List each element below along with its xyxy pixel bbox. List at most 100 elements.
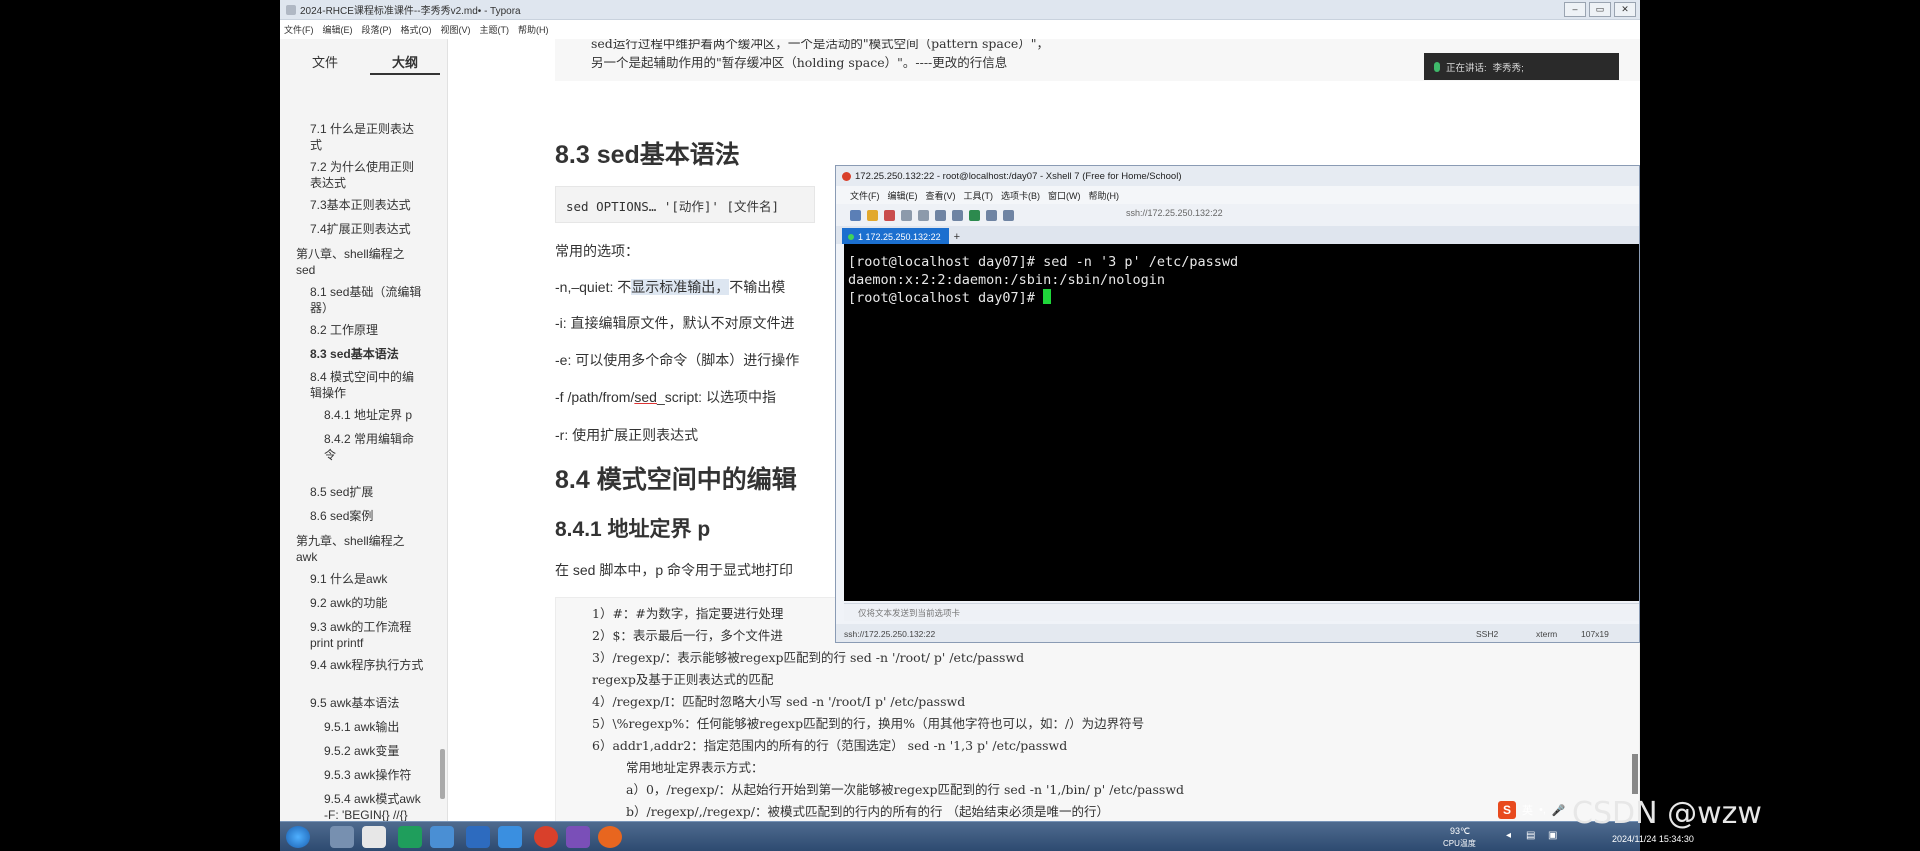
add-tab-button[interactable]: +: [954, 230, 960, 244]
outline-item-8-4[interactable]: 8.4 模式空间中的编辑操作: [310, 369, 425, 401]
xshell-menu-help[interactable]: 帮助(H): [1089, 189, 1120, 202]
outline-item-ch8[interactable]: 第八章、shell编程之sed: [296, 246, 421, 278]
paste-icon[interactable]: [918, 209, 929, 221]
xshell-session-tab[interactable]: 1 172.25.250.132:22: [842, 228, 949, 244]
option-f-sed: sed: [634, 389, 657, 405]
block-line: a）0，/regexp/：从起始行开始到第一次能够被regexp匹配到的行 se…: [626, 782, 1185, 797]
outline-item-ch9[interactable]: 第九章、shell编程之awk: [296, 533, 421, 565]
maximize-button[interactable]: ▭: [1589, 2, 1611, 17]
xshell-menu-view[interactable]: 查看(V): [926, 189, 956, 202]
outline-item-8-1[interactable]: 8.1 sed基础（流编辑器）: [310, 284, 425, 316]
outline-item-8-6[interactable]: 8.6 sed案例: [310, 508, 425, 524]
outline-item-7-1[interactable]: 7.1 什么是正则表达式: [310, 121, 425, 153]
outline-item-9-3[interactable]: 9.3 awk的工作流程print printf: [310, 619, 425, 651]
editor-scrollbar[interactable]: [1632, 754, 1638, 794]
heading-8-4-1: 8.4.1 地址定界 p: [555, 518, 711, 541]
menu-help[interactable]: 帮助(H): [518, 23, 549, 36]
outline-item-8-5[interactable]: 8.5 sed扩展: [310, 484, 425, 500]
terminal-prompt: [root@localhost day07]#: [848, 289, 1639, 307]
sidebar: 文件 大纲 7.1 什么是正则表达式 7.2 为什么使用正则表达式 7.3基本正…: [280, 39, 448, 821]
open-folder-icon[interactable]: [867, 209, 878, 221]
sidebar-scrollbar[interactable]: [440, 749, 445, 799]
sogou-ime-icon[interactable]: S: [1498, 801, 1516, 819]
menu-file[interactable]: 文件(F): [284, 23, 314, 36]
xshell-menu-edit[interactable]: 编辑(E): [888, 189, 918, 202]
menu-paragraph[interactable]: 段落(P): [362, 23, 392, 36]
compose-hint: 仅将文本发送到当前选项卡: [858, 607, 961, 618]
copy-icon[interactable]: [901, 209, 912, 221]
search-icon[interactable]: [935, 209, 946, 221]
typora-menubar: 文件(F) 编辑(E) 段落(P) 格式(O) 视图(V) 主题(T) 帮助(H…: [280, 20, 1640, 39]
outline-item-8-2[interactable]: 8.2 工作原理: [310, 322, 425, 338]
outline-item-9-5-3[interactable]: 9.5.3 awk操作符: [324, 767, 424, 783]
menu-view[interactable]: 视图(V): [441, 23, 471, 36]
xshell-menu-tabs[interactable]: 选项卡(B): [1001, 189, 1040, 202]
pycharm-taskbar-icon[interactable]: [398, 826, 422, 848]
typora-app-icon: [286, 4, 296, 15]
xshell-compose-bar[interactable]: 仅将文本发送到当前选项卡: [844, 603, 1639, 621]
firefox-taskbar-icon[interactable]: [598, 826, 622, 848]
keyboard-icon[interactable]: [1003, 209, 1014, 221]
block-line: sed运行过程中维护着两个缓冲区，一个是活动的"模式空间（pattern spa…: [591, 39, 1049, 51]
window-controls: – ▭ ✕: [1564, 2, 1636, 17]
xshell-taskbar-icon[interactable]: [534, 826, 558, 848]
outline-item-9-1[interactable]: 9.1 什么是awk: [310, 571, 425, 587]
outline-item-7-2[interactable]: 7.2 为什么使用正则表达式: [310, 159, 425, 191]
session-tab-label: 1 172.25.250.132:22: [858, 232, 941, 242]
ime-toolbar: S 英 •, 🎤: [1498, 800, 1566, 820]
speaker-name: 李秀秀;: [1492, 62, 1524, 74]
menu-edit[interactable]: 编辑(E): [323, 23, 353, 36]
outline-item-8-3[interactable]: 8.3 sed基本语法: [310, 346, 425, 362]
close-button[interactable]: ✕: [1614, 2, 1636, 17]
xshell-menu-tools[interactable]: 工具(T): [964, 189, 994, 202]
network-icon[interactable]: ▤: [1526, 830, 1535, 841]
menu-format[interactable]: 格式(O): [401, 23, 432, 36]
folder-taskbar-icon[interactable]: [498, 826, 522, 848]
xshell-menu-window[interactable]: 窗口(W): [1048, 189, 1081, 202]
ime-punct-icon[interactable]: •,: [1539, 804, 1546, 816]
outline-item-7-4[interactable]: 7.4扩展正则表达式: [310, 221, 425, 237]
disconnect-icon[interactable]: [884, 209, 895, 221]
print-icon[interactable]: [952, 209, 963, 221]
menu-theme[interactable]: 主题(T): [480, 23, 510, 36]
terminal-line: daemon:x:2:2:daemon:/sbin:/sbin/nologin: [848, 272, 1165, 288]
feishu-taskbar-icon[interactable]: [466, 826, 490, 848]
onenote-taskbar-icon[interactable]: [566, 826, 590, 848]
heading-8-3: 8.3 sed基本语法: [555, 141, 740, 169]
globe-icon[interactable]: [969, 209, 980, 221]
start-button[interactable]: [286, 826, 310, 848]
tab-outline[interactable]: 大纲: [370, 53, 440, 75]
outline-item-9-5[interactable]: 9.5 awk基本语法: [310, 695, 425, 711]
ime-lang[interactable]: 英: [1522, 802, 1533, 818]
typora-taskbar-icon[interactable]: [362, 826, 386, 848]
csdn-watermark: CSDN @wzw: [1572, 796, 1762, 831]
block-line: 4）/regexp/I：匹配时忽略大小写 sed -n '/root/I p' …: [592, 694, 966, 709]
volume-icon[interactable]: ◂: [1506, 830, 1511, 841]
outline-item-9-5-1[interactable]: 9.5.1 awk输出: [324, 719, 424, 735]
new-session-icon[interactable]: [850, 209, 861, 221]
terminal-cursor: [1043, 289, 1052, 304]
terminal-output[interactable]: [root@localhost day07]# sed -n '3 p' /et…: [844, 244, 1639, 601]
meeting-taskbar-icon[interactable]: [430, 826, 454, 848]
outline-item-9-5-2[interactable]: 9.5.2 awk变量: [324, 743, 424, 759]
outline-item-8-4-2[interactable]: 8.4.2 常用编辑命令: [324, 431, 424, 463]
typora-title: 2024-RHCE课程标准课件--李秀秀v2.md• - Typora: [300, 6, 521, 17]
weather-temp: 93℃: [1450, 826, 1471, 836]
option-n: -n,–quiet: 不显示标准输出，不输出模: [555, 277, 785, 297]
ime-mic-icon[interactable]: 🎤: [1552, 804, 1566, 817]
tab-files[interactable]: 文件: [290, 53, 360, 73]
status-size: 107x19: [1581, 629, 1609, 639]
transfer-icon[interactable]: [986, 209, 997, 221]
outline-item-9-5-4[interactable]: 9.5.4 awk模式awk -F: 'BEGIN{} //{} END{}' …: [324, 791, 424, 821]
outline-item-9-4[interactable]: 9.4 awk程序执行方式: [310, 657, 425, 673]
minimize-button[interactable]: –: [1564, 2, 1586, 17]
xshell-menu-file[interactable]: 文件(F): [850, 189, 880, 202]
option-i: -i: 直接编辑原文件，默认不对原文件进: [555, 315, 795, 331]
outline-item-8-4-1[interactable]: 8.4.1 地址定界 p: [324, 407, 424, 423]
outline-item-7-3[interactable]: 7.3基本正则表达式: [310, 197, 425, 213]
outline-item-9-2[interactable]: 9.2 awk的功能: [310, 595, 425, 611]
notification-icon[interactable]: ▣: [1548, 830, 1557, 841]
xshell-address[interactable]: ssh://172.25.250.132:22: [1126, 208, 1223, 218]
speaking-label: 正在讲话:: [1446, 62, 1487, 74]
taskbar-app-icon[interactable]: [330, 826, 354, 848]
